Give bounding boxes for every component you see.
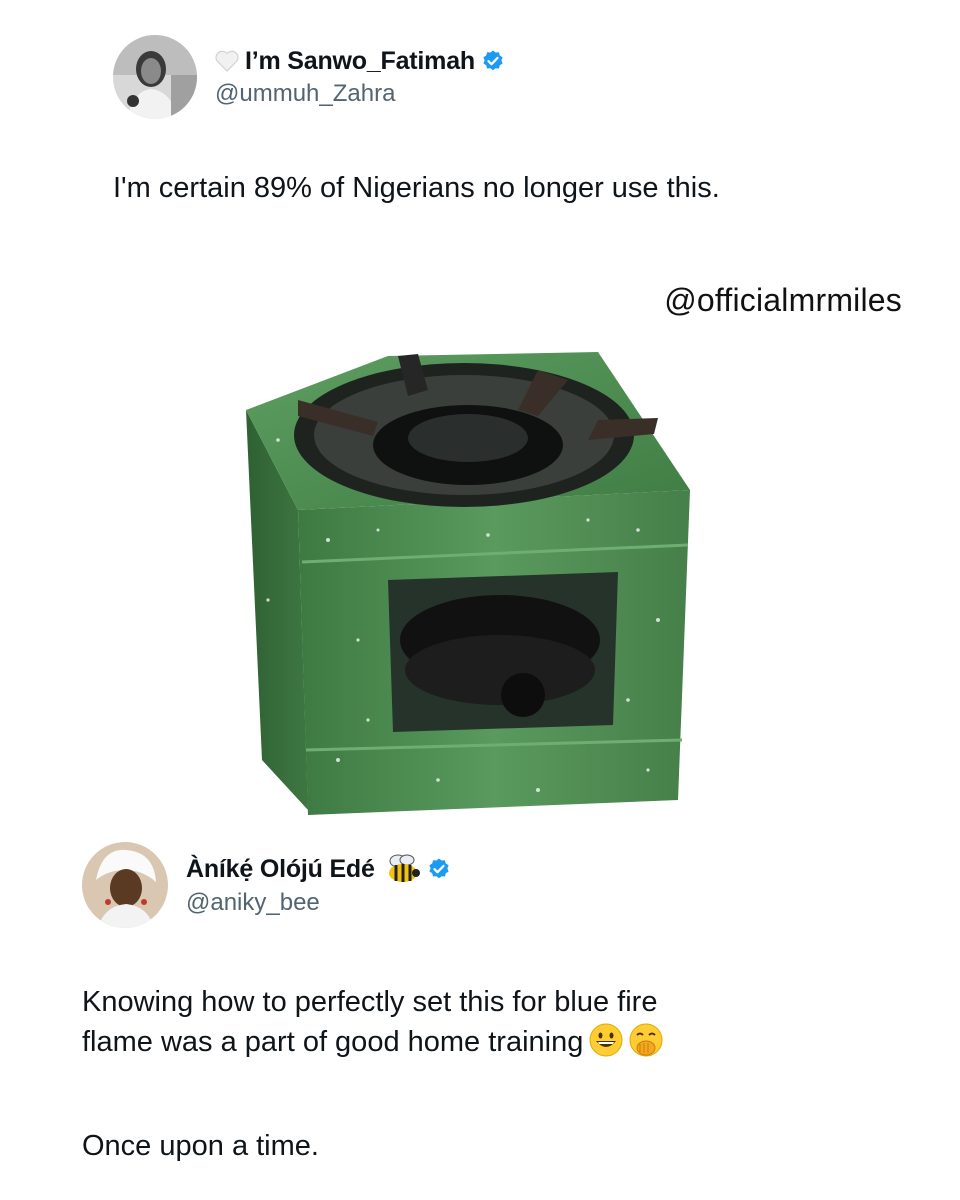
tweet-text: I'm certain 89% of Nigerians no longer u… bbox=[113, 172, 720, 204]
handle[interactable]: @ummuh_Zahra bbox=[215, 80, 505, 108]
handle[interactable]: @aniky_bee bbox=[186, 889, 451, 917]
display-name[interactable]: I’m Sanwo_Fatimah bbox=[245, 47, 475, 76]
verified-badge-icon bbox=[481, 49, 505, 73]
avatar[interactable] bbox=[113, 35, 197, 119]
tweet-text-line-2: flame was a part of good home training bbox=[82, 1022, 663, 1062]
stove-image[interactable] bbox=[238, 340, 708, 835]
tweet-text: Knowing how to perfectly set this for bl… bbox=[82, 982, 663, 1062]
bee-icon bbox=[385, 853, 421, 885]
tweet-header-1: I’m Sanwo_Fatimah @ummuh_Zahra bbox=[113, 35, 505, 119]
watermark-handle: @officialmrmiles bbox=[664, 282, 902, 318]
tweet-text-line: flame was a part of good home training bbox=[82, 1026, 584, 1059]
face-with-hand-over-mouth-emoji-icon bbox=[629, 1023, 663, 1057]
tweet-text-line: Knowing how to perfectly set this for bl… bbox=[82, 986, 658, 1018]
white-heart-icon bbox=[215, 50, 239, 72]
tweet-header-2: Àníkẹ́ Olójú Edé @aniky_bee bbox=[82, 842, 451, 928]
display-name[interactable]: Àníkẹ́ Olójú Edé bbox=[186, 855, 375, 884]
avatar[interactable] bbox=[82, 842, 168, 928]
verified-badge-icon bbox=[427, 857, 451, 881]
tweet-text: Once upon a time. bbox=[82, 1130, 319, 1162]
grinning-face-emoji-icon bbox=[589, 1023, 623, 1057]
